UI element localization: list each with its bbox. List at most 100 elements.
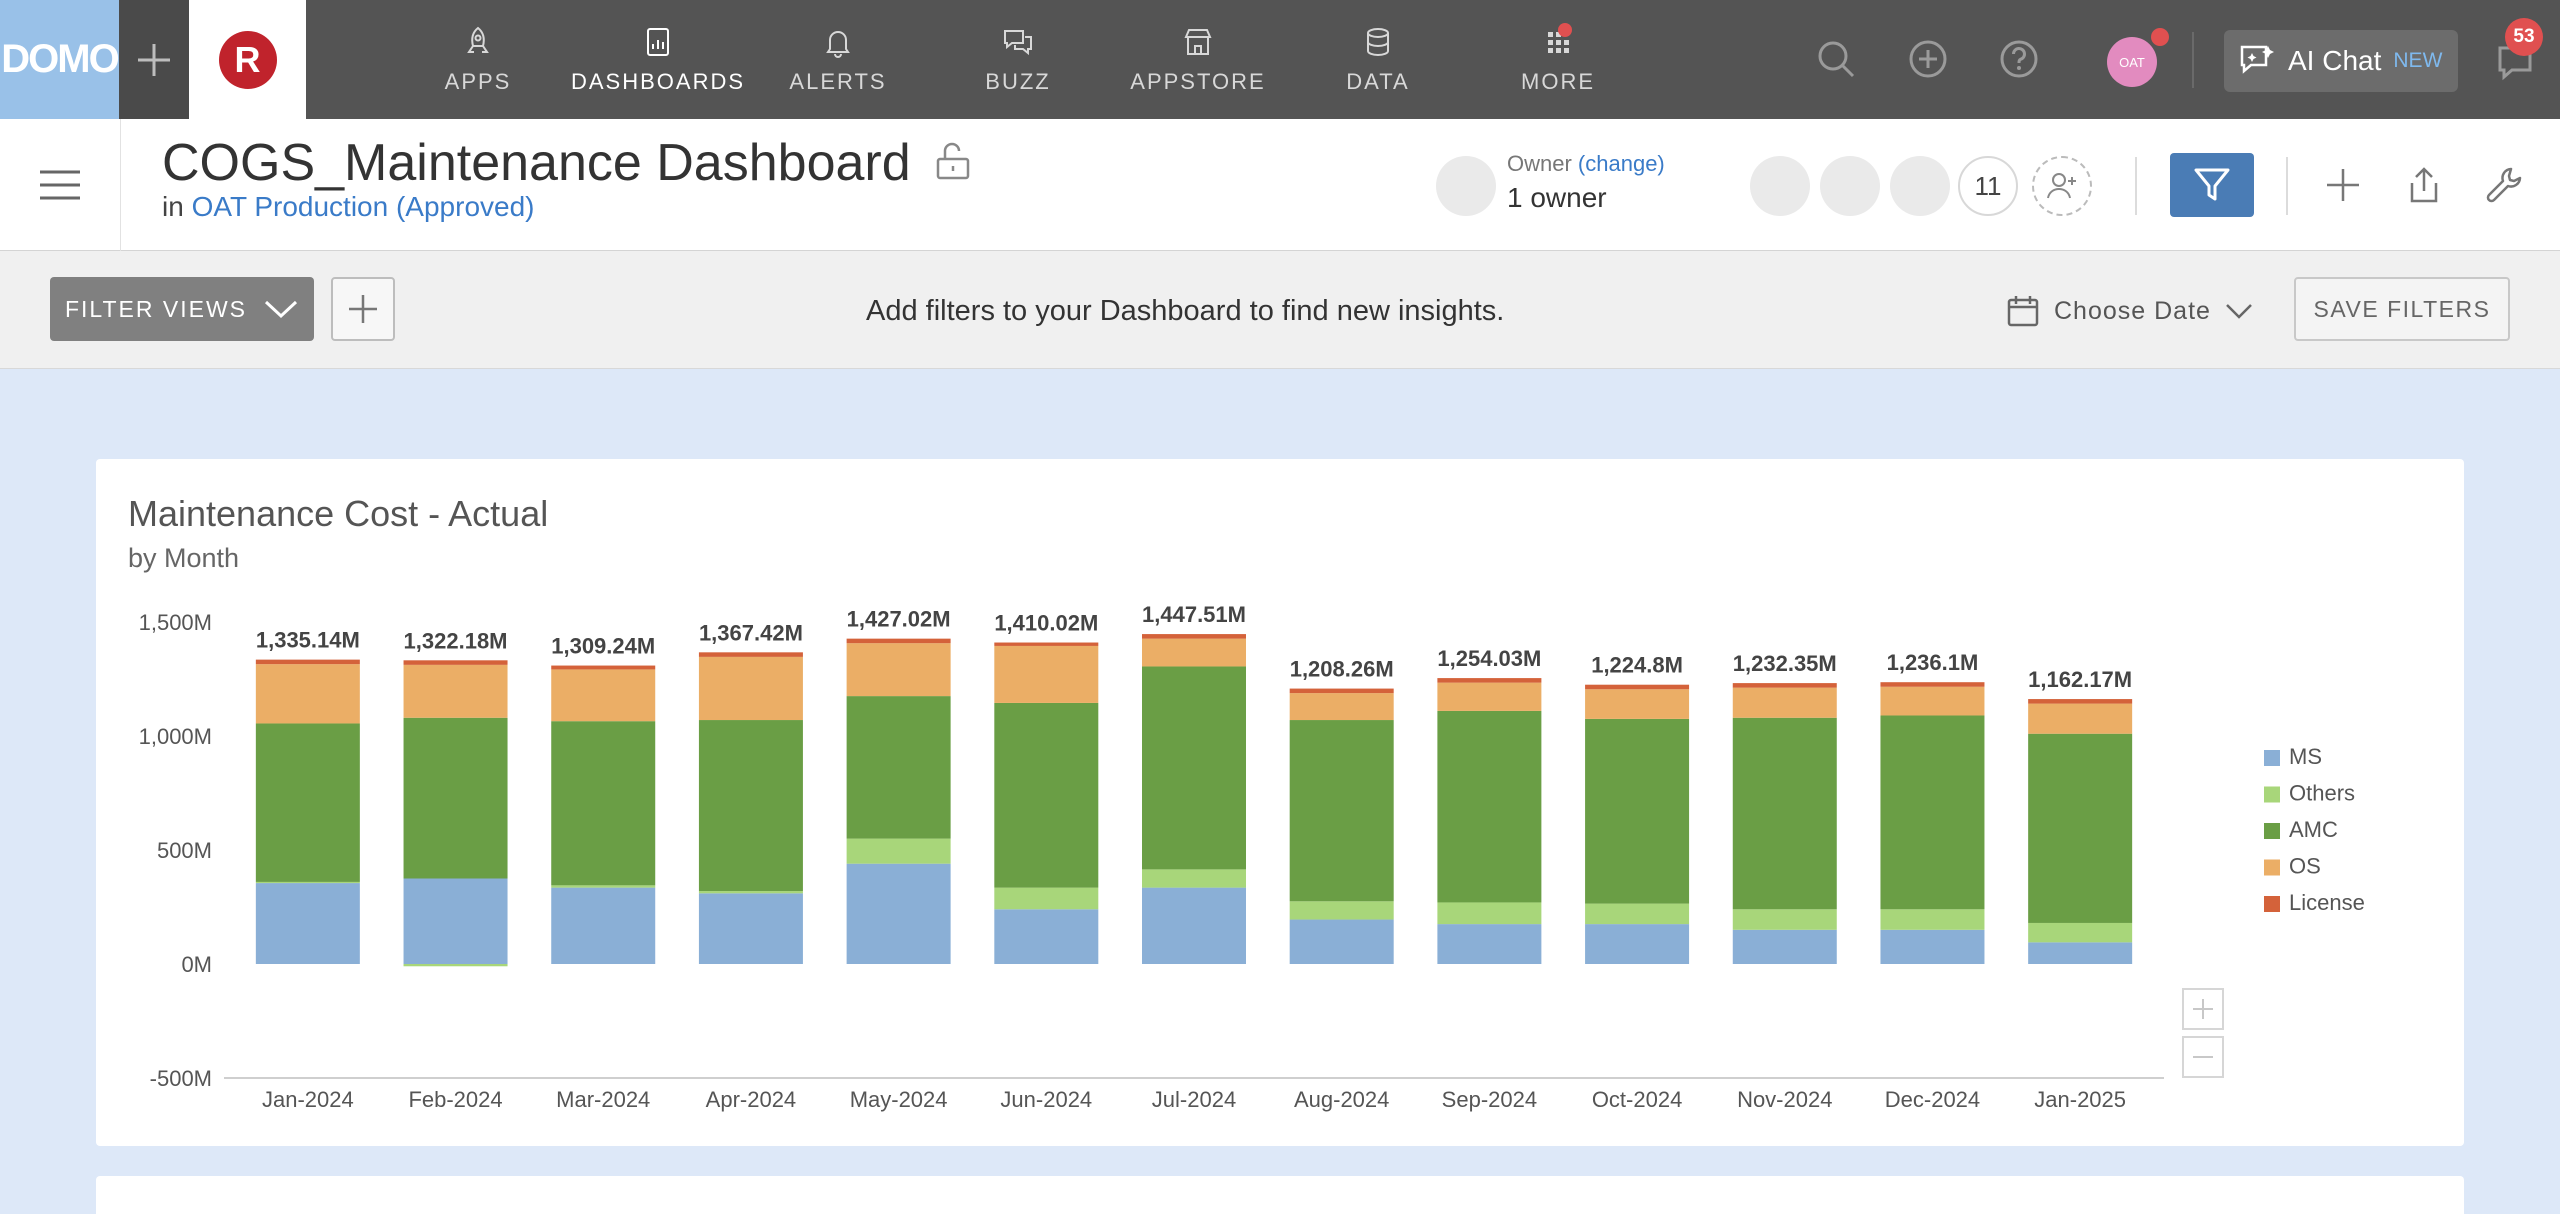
instance-logo: R <box>218 30 277 89</box>
bar-segment-ms <box>403 878 508 964</box>
bar-segment-license <box>1585 684 1690 690</box>
bar-segment-others <box>255 881 360 884</box>
add-filter-button[interactable] <box>331 277 395 341</box>
second-card <box>96 1176 2464 1214</box>
nav-appstore-label: APPSTORE <box>1130 68 1266 94</box>
bar-total-label: 1,410.02M <box>994 611 1098 636</box>
save-filters-button[interactable]: SAVE FILTERS <box>2294 277 2510 341</box>
bar-segment-amc <box>994 702 1099 888</box>
shared-user-avatar[interactable] <box>1750 156 1810 216</box>
legend-label: Others <box>2289 781 2355 806</box>
menu-button[interactable] <box>0 119 121 251</box>
shared-user-avatar[interactable] <box>1890 156 1950 216</box>
notification-count-badge: 53 <box>2505 18 2543 56</box>
dashboard-icon <box>647 27 669 56</box>
wrench-icon[interactable] <box>2484 165 2524 205</box>
dashboard-header: COGS_Maintenance Dashboard in OAT Produc… <box>0 119 2560 251</box>
owner-label-text: Owner <box>1507 151 1572 176</box>
bar-segment-amc <box>403 717 508 879</box>
unlock-icon[interactable] <box>934 141 972 181</box>
choose-date-dropdown[interactable]: Choose Date <box>2006 291 2253 331</box>
bar-segment-license <box>1142 634 1246 639</box>
nav-more[interactable]: MORE <box>1483 0 1633 119</box>
nav-appstore[interactable]: APPSTORE <box>1123 0 1273 119</box>
y-tick-label: 1,500M <box>139 610 212 635</box>
owner-label: Owner (change) <box>1507 151 1665 177</box>
nav-apps-label: APPS <box>444 68 512 94</box>
domo-logo[interactable]: DOMO <box>0 0 119 119</box>
nav-alerts-label: ALERTS <box>789 68 887 94</box>
legend-swatch-license <box>2264 896 2280 912</box>
bar-total-label: 1,162.17M <box>2028 667 2132 692</box>
plus-icon <box>138 43 170 76</box>
add-share-button[interactable] <box>2032 156 2092 216</box>
filter-button[interactable] <box>2170 153 2254 217</box>
nav-buzz[interactable]: BUZZ <box>943 0 1093 119</box>
owner-change-link[interactable]: (change) <box>1578 151 1665 176</box>
instance-tile[interactable]: R <box>189 0 306 119</box>
bar-segment-os <box>1289 693 1394 721</box>
x-tick-label: May-2024 <box>850 1087 948 1112</box>
bar-segment-ms <box>846 863 951 964</box>
shared-users-count[interactable]: 11 <box>1958 156 2018 216</box>
filter-views-button[interactable]: FILTER VIEWS <box>50 277 314 341</box>
bar-total-label: 1,322.18M <box>404 628 508 653</box>
nav-dashboards[interactable]: DASHBOARDS <box>571 0 743 119</box>
chat-bubbles-icon <box>1004 29 1032 55</box>
add-icon[interactable] <box>2323 165 2363 205</box>
bar-segment-os <box>1732 687 1837 718</box>
add-circle-icon[interactable] <box>1906 37 1950 81</box>
zoom-in-button[interactable] <box>2182 988 2224 1030</box>
x-tick-label: Aug-2024 <box>1294 1087 1389 1112</box>
funnel-icon <box>2194 168 2230 201</box>
legend-swatch-others <box>2264 786 2280 803</box>
zoom-out-button[interactable] <box>2182 1036 2224 1078</box>
bar-segment-ms <box>1732 929 1837 964</box>
bar-segment-os <box>551 669 656 722</box>
bar-segment-others <box>1437 902 1542 925</box>
bar-segment-license <box>846 638 951 644</box>
nav-apps[interactable]: APPS <box>403 0 553 119</box>
owner-avatar[interactable] <box>1436 156 1496 216</box>
bar-segment-os <box>994 645 1099 703</box>
help-icon[interactable] <box>1997 37 2041 81</box>
search-icon[interactable] <box>1814 37 1858 81</box>
bar-segment-license <box>255 659 360 665</box>
legend-label: MS <box>2289 744 2322 769</box>
filter-bar: FILTER VIEWS Add filters to your Dashboa… <box>0 251 2560 369</box>
x-tick-label: Jun-2024 <box>1000 1087 1092 1112</box>
location-link[interactable]: OAT Production (Approved) <box>192 191 535 222</box>
ai-chat-button[interactable]: AI Chat NEW <box>2224 30 2458 92</box>
nav-alerts[interactable]: ALERTS <box>763 0 913 119</box>
divider <box>2135 157 2137 215</box>
bar-segment-ms <box>1585 924 1690 964</box>
app-switcher-plus-button[interactable] <box>119 0 189 119</box>
bar-segment-amc <box>1880 715 1985 910</box>
bar-segment-ms <box>1437 924 1542 964</box>
top-navigation-bar: DOMO R APPS DASHBOARDS ALERTS BUZZ APPST… <box>0 0 2560 119</box>
plus-icon <box>349 295 377 323</box>
legend-swatch-ms <box>2264 750 2280 766</box>
page-title[interactable]: COGS_Maintenance Dashboard <box>162 133 911 193</box>
bar-total-label: 1,224.8M <box>1591 653 1683 678</box>
bar-segment-others <box>846 838 951 864</box>
bar-segment-others <box>551 885 656 888</box>
bar-segment-license <box>551 665 656 670</box>
share-export-icon[interactable] <box>2404 165 2444 205</box>
bar-total-label: 1,367.42M <box>699 620 803 645</box>
bar-total-label: 1,236.1M <box>1887 650 1979 675</box>
shared-user-avatar[interactable] <box>1820 156 1880 216</box>
bar-segment-ms <box>1880 929 1985 964</box>
filter-hint-text: Add filters to your Dashboard to find ne… <box>866 295 1505 327</box>
bar-segment-amc <box>698 720 803 892</box>
y-tick-label: -500M <box>150 1066 212 1091</box>
x-tick-label: Sep-2024 <box>1442 1087 1537 1112</box>
nav-data[interactable]: DATA <box>1303 0 1453 119</box>
x-tick-label: Mar-2024 <box>556 1087 650 1112</box>
bar-segment-others <box>1732 909 1837 930</box>
bar-segment-amc <box>255 723 360 882</box>
bar-segment-amc <box>1289 720 1394 902</box>
x-tick-label: Feb-2024 <box>408 1087 502 1112</box>
user-avatar[interactable]: OAT <box>2107 37 2157 87</box>
location-prefix: in <box>162 191 184 222</box>
